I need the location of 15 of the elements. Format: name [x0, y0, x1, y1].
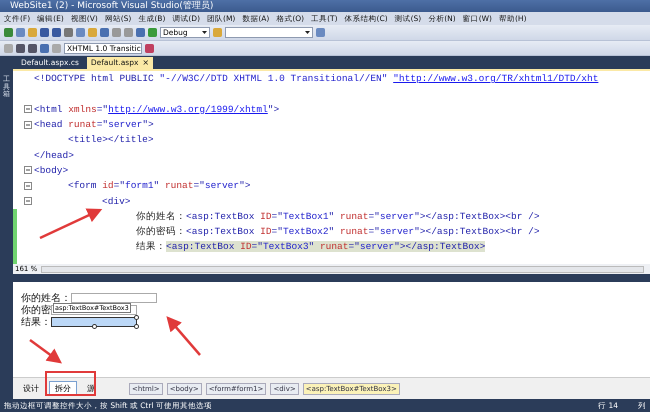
code-line: 你的密码：<asp:TextBox ID="TextBox2" runat="server"></asp:TextBox><br />: [136, 225, 540, 238]
code-line: <!DOCTYPE html PUBLIC "-//W3C//DTD XHTML 1.0 Transitional//EN" "http://www.w3.org/TR/xhtml1/DTD/xht: [34, 73, 598, 84]
code-line: <title></title>: [68, 134, 154, 146]
form-label: 你的密: [21, 304, 51, 316]
code-line: 你的姓名：<asp:TextBox ID="TextBox1" runat="server"></asp:TextBox><br />: [136, 210, 540, 223]
code-line: </head>: [34, 150, 74, 161]
code-line: <html xmlns="http://www.w3.org/1999/xhtml">: [34, 104, 280, 115]
code-line: <head runat="server">: [34, 119, 154, 130]
form-label: 结果：: [21, 316, 51, 329]
code-line: <form id="form1" runat="server">: [68, 180, 250, 192]
window-title: WebSite1 (2) - Microsoft Visual Studio(管理员): [0, 0, 650, 12]
code-line: <body>: [34, 164, 68, 176]
code-line: <div>: [102, 196, 131, 207]
form-label: 你的姓名：: [21, 292, 71, 304]
code-line: 结果：<asp:TextBox ID="TextBox3" runat="server"></asp:TextBox>: [136, 240, 486, 254]
